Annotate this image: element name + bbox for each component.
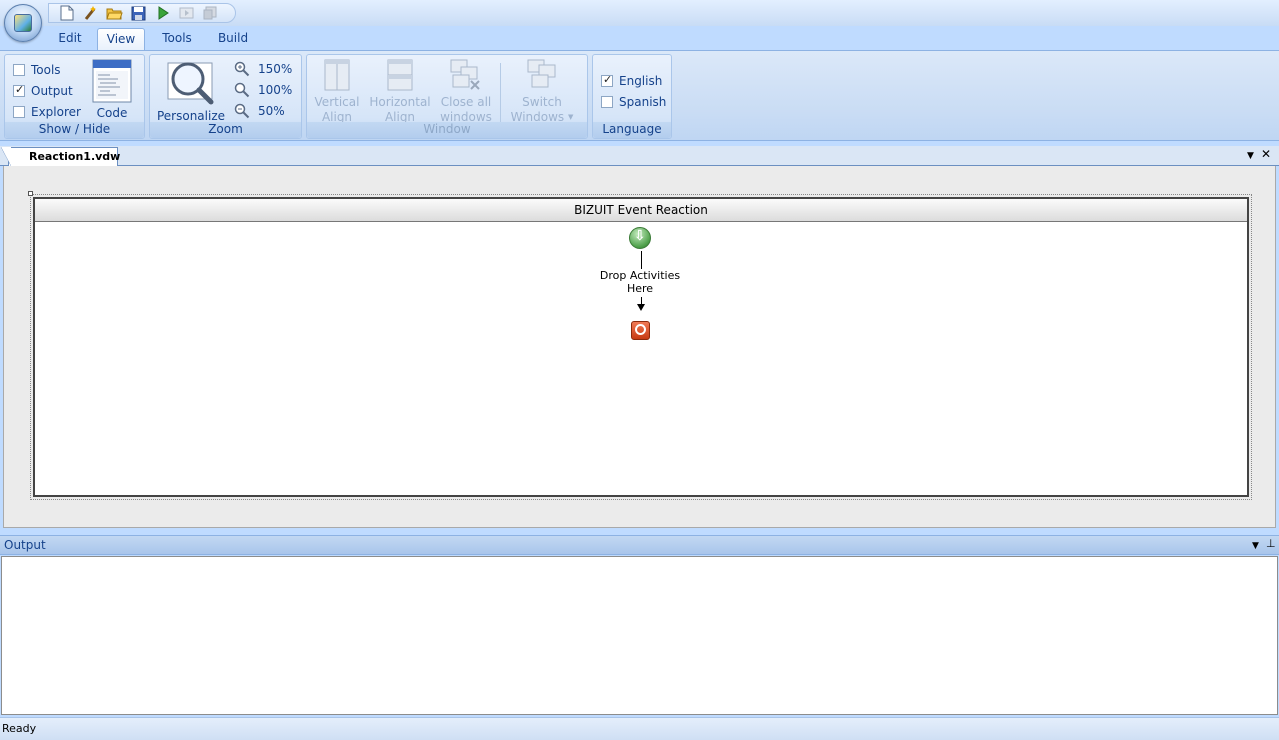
spanish-checkbox[interactable]: Spanish [601,95,666,109]
zoom-in-icon [234,61,250,77]
zoom-100-label: 100% [258,83,293,97]
tools-checkbox-box[interactable] [13,64,25,76]
switch-windows-button: Switch Windows ▼ [507,59,577,125]
tools-checkbox-label: Tools [31,63,61,77]
drop-zone-line2: Here [626,282,654,295]
code-window-icon [92,59,132,103]
tab-view[interactable]: View [97,28,145,51]
code-button-label: Code [96,106,128,120]
horizontal-align-line1: Horizontal [369,95,431,109]
arrow-down-icon [637,304,645,311]
zoom-150-label: 150% [258,62,293,76]
magnifier-icon [167,62,214,105]
explorer-checkbox-label: Explorer [31,105,81,119]
close-all-windows-button: Close all windows [437,59,495,125]
zoom-50-button[interactable]: 50% [234,103,285,119]
zoom-out-icon [234,103,250,119]
tab-edit[interactable]: Edit [48,28,92,51]
zoom-150-button[interactable]: 150% [234,61,292,77]
quick-access-toolbar [48,3,236,23]
switch-windows-icon [527,59,556,88]
english-checkbox-label: English [619,74,663,88]
dropdown-arrow-icon: ▼ [568,113,574,121]
english-checkbox-box[interactable] [601,73,613,87]
english-checkbox[interactable]: English [601,73,663,88]
tab-build[interactable]: Build [209,28,257,51]
group-window: Vertical Align Horizontal Align Close al… [306,54,588,139]
zoom-icon [234,82,250,98]
group-language: English Spanish Language [592,54,672,139]
vertical-align-icon [324,59,350,91]
group-language-label: Language [593,122,671,138]
spanish-checkbox-label: Spanish [619,95,667,109]
ribbon-tab-row: Edit View Tools Build [0,26,1279,51]
horizontal-align-button: Horizontal Align [369,59,431,125]
tools-checkbox[interactable]: Tools [13,63,61,77]
title-bar [0,0,1279,26]
step-icon [177,4,196,22]
tab-tools[interactable]: Tools [153,28,201,51]
zoom-100-button[interactable]: 100% [234,82,292,98]
horizontal-align-icon [387,59,413,91]
zoom-50-label: 50% [258,104,285,118]
tab-list-dropdown-icon[interactable]: ▼ [1247,151,1254,161]
output-pane-title: Output [4,538,46,552]
start-node-icon: ⇩ [629,227,651,249]
pin-icon[interactable]: ⊥ [1266,537,1276,550]
connector-line [641,251,642,269]
workflow-designer[interactable]: BIZUIT Event Reaction ⇩ Drop Activities … [3,166,1276,528]
stop-icon [201,4,220,22]
switch-windows-line1: Switch [522,95,562,109]
run-icon[interactable] [153,4,172,22]
output-checkbox[interactable]: Output [13,83,73,98]
explorer-checkbox[interactable]: Explorer [13,105,81,119]
output-pane[interactable] [1,556,1278,715]
application-menu-button[interactable] [4,4,42,42]
vertical-align-button: Vertical Align [311,59,363,125]
new-file-icon[interactable] [57,4,76,22]
group-zoom-label: Zoom [150,122,301,138]
group-zoom: Personalize 150% 100% 50% Zoom [149,54,302,139]
spanish-checkbox-box[interactable] [601,96,613,108]
window-group-separator [500,63,501,125]
group-window-label: Window [307,122,587,138]
status-bar: Ready [0,717,1279,740]
document-tab-strip: Reaction1.vdw ▼ ✕ [0,146,1279,166]
activity-header: BIZUIT Event Reaction [35,199,1247,222]
output-checkbox-box[interactable] [13,83,25,97]
status-text: Ready [2,722,37,735]
output-pane-header: Output ▼ ⊥ [0,535,1279,555]
end-node-icon [631,321,650,340]
resize-grip[interactable] [1261,513,1275,527]
personalize-button[interactable]: Personalize [156,59,226,123]
code-button[interactable]: Code [89,59,135,120]
close-all-line1: Close all [440,95,492,109]
event-reaction-activity[interactable]: BIZUIT Event Reaction ⇩ Drop Activities … [33,197,1249,497]
explorer-checkbox-box[interactable] [13,106,25,118]
ribbon: Tools Output Explorer Code Show / Hide [0,50,1279,141]
vertical-align-line1: Vertical [314,95,360,109]
document-tab[interactable]: Reaction1.vdw [1,147,120,166]
wand-icon[interactable] [81,4,100,22]
group-show-hide-label: Show / Hide [5,122,144,138]
drop-zone[interactable]: Drop Activities Here [590,269,690,295]
save-icon[interactable] [129,4,148,22]
output-checkbox-label: Output [31,84,73,98]
close-document-icon[interactable]: ✕ [1261,147,1271,161]
personalize-label: Personalize [156,109,226,123]
open-folder-icon[interactable] [105,4,124,22]
selection-handle[interactable] [28,191,33,196]
group-show-hide: Tools Output Explorer Code Show / Hide [4,54,145,139]
app-logo-icon [14,14,32,32]
output-dropdown-icon[interactable]: ▼ [1252,541,1259,551]
close-all-windows-icon [450,59,480,90]
drop-zone-line1: Drop Activities [599,269,681,282]
